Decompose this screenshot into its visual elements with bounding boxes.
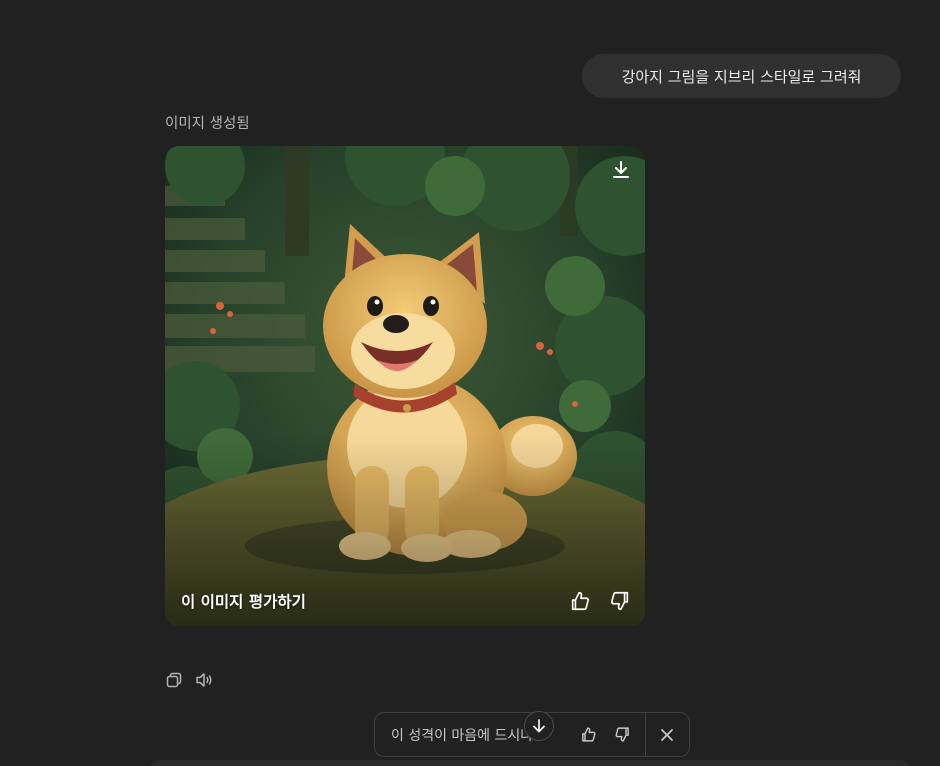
user-message-bubble: 강아지 그림을 지브리 스타일로 그려줘 — [582, 54, 901, 98]
thumbs-down-icon — [614, 727, 629, 742]
thumbs-up-icon — [571, 591, 589, 611]
generated-image[interactable]: 이 이미지 평가하기 — [165, 146, 645, 626]
feedback-close-button[interactable] — [650, 718, 684, 752]
copy-icon — [166, 672, 182, 688]
arrow-down-icon — [533, 719, 545, 733]
download-icon — [613, 161, 629, 178]
user-message-text: 강아지 그림을 지브리 스타일로 그려줘 — [621, 67, 862, 86]
message-actions — [164, 670, 214, 690]
feedback-thumbs-up-button[interactable] — [571, 718, 605, 752]
composer-edge — [150, 760, 910, 766]
image-thumbs-up-button[interactable] — [567, 588, 593, 614]
close-icon — [661, 728, 673, 741]
speaker-icon — [196, 673, 212, 687]
copy-button[interactable] — [164, 670, 184, 690]
read-aloud-button[interactable] — [194, 670, 214, 690]
image-thumbs-down-button[interactable] — [607, 588, 633, 614]
feedback-thumbs-down-button[interactable] — [605, 718, 639, 752]
image-generated-label: 이미지 생성됨 — [165, 116, 250, 132]
rate-image-label: 이 이미지 평가하기 — [181, 593, 306, 611]
dog-illustration — [165, 146, 645, 626]
scroll-to-bottom-button[interactable] — [524, 711, 554, 741]
chat-page: 강아지 그림을 지브리 스타일로 그려줘 이미지 생성됨 이 이미지 평가하기 … — [0, 0, 940, 766]
download-button[interactable] — [609, 158, 633, 182]
thumbs-down-icon — [611, 591, 629, 611]
thumbs-up-icon — [581, 727, 596, 742]
feedback-divider — [645, 712, 646, 757]
